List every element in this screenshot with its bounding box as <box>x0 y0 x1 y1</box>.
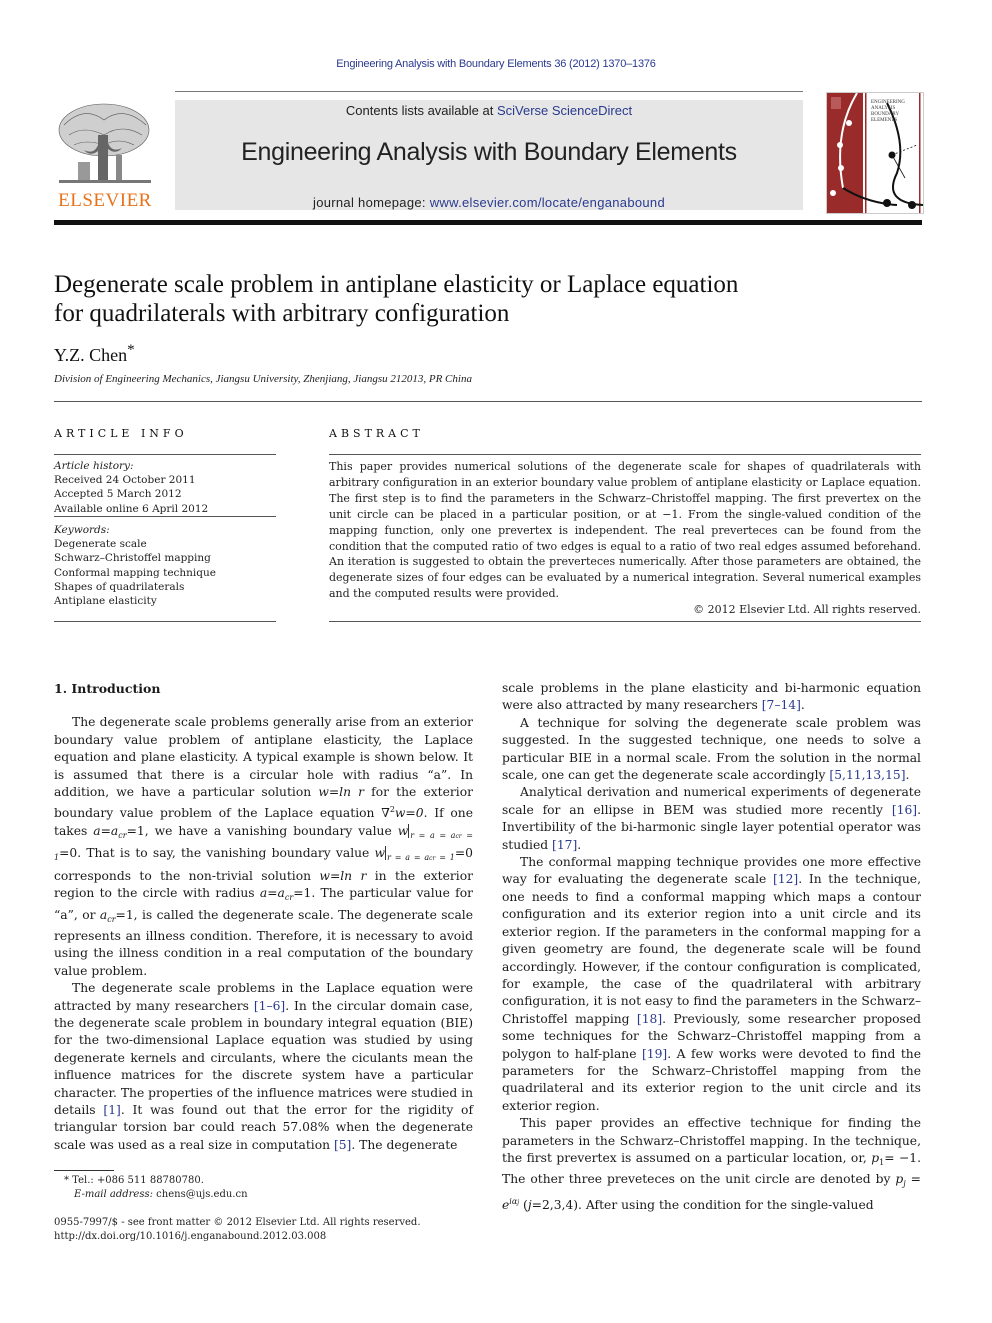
contents-line: Contents lists available at SciVerse Sci… <box>175 103 803 118</box>
citation-link[interactable]: [12] <box>773 872 798 886</box>
title-block-rule <box>54 401 922 402</box>
abstract-body: This paper provides numerical solutions … <box>329 459 921 618</box>
footnote-email-label: E-mail address: <box>74 1189 153 1200</box>
article-info-rule-mid <box>54 516 276 517</box>
intro-paragraph-2: The degenerate scale problems in the Lap… <box>54 981 473 1152</box>
citation-link[interactable]: [18] <box>637 1012 662 1026</box>
keywords: Keywords: Degenerate scale Schwarz–Chris… <box>54 523 276 608</box>
author-name[interactable]: Y.Z. Chen <box>54 345 127 365</box>
svg-text:ANALYSIS: ANALYSIS <box>871 106 895 111</box>
homepage-prefix: journal homepage: <box>313 195 430 210</box>
cover-art-icon: ENGINEERING ANALYSIS BOUNDARY ELEMENTS <box>827 93 923 213</box>
keyword: Degenerate scale <box>54 538 147 551</box>
journal-homepage-link[interactable]: www.elsevier.com/locate/enganabound <box>430 195 665 210</box>
sciencedirect-link[interactable]: SciVerse ScienceDirect <box>497 103 632 118</box>
citation-link[interactable]: [7–14] <box>762 698 801 712</box>
body-column-left: 1. Introduction The degenerate scale pro… <box>54 680 473 1154</box>
body-column-right: scale problems in the plane elasticity a… <box>502 680 921 1214</box>
abstract-rule-top <box>329 454 921 455</box>
intro-paragraph-1: The degenerate scale problems generally … <box>54 715 473 978</box>
citation-link[interactable]: [17] <box>552 838 577 852</box>
history-label: Article history: <box>54 460 134 472</box>
author: Y.Z. Chen* <box>54 342 135 366</box>
citation-link[interactable]: [16] <box>892 803 917 817</box>
svg-text:ELEMENTS: ELEMENTS <box>871 118 897 123</box>
intro-paragraph-4: Analytical derivation and numerical expe… <box>502 785 921 852</box>
keyword: Schwarz–Christoffel mapping <box>54 552 211 565</box>
citation-link[interactable]: [19] <box>642 1047 667 1061</box>
svg-text:BOUNDARY: BOUNDARY <box>871 112 899 117</box>
article-title: Degenerate scale problem in antiplane el… <box>54 270 894 328</box>
front-matter-line: 0955-7997/$ - see front matter © 2012 El… <box>54 1217 421 1228</box>
footnote-rule <box>54 1170 114 1171</box>
keyword: Conformal mapping technique <box>54 566 216 579</box>
citation-link[interactable]: [1–6] <box>254 999 285 1013</box>
author-footnote-mark[interactable]: * <box>127 342 135 358</box>
contents-prefix: Contents lists available at <box>345 103 497 118</box>
article-history: Article history: Received 24 October 201… <box>54 459 276 516</box>
abstract-rule-bottom <box>329 621 921 622</box>
keyword: Antiplane elasticity <box>54 595 157 608</box>
journal-title: Engineering Analysis with Boundary Eleme… <box>241 138 737 166</box>
author-footnote: * Tel.: +086 511 88780780. E-mail addres… <box>64 1174 484 1202</box>
intro-paragraph-5: The conformal mapping technique provides… <box>502 855 921 1113</box>
doi-link[interactable]: http://dx.doi.org/10.1016/j.enganabound.… <box>54 1230 494 1244</box>
running-head[interactable]: Engineering Analysis with Boundary Eleme… <box>0 58 992 70</box>
keywords-label: Keywords: <box>54 524 110 536</box>
homepage-line: journal homepage: www.elsevier.com/locat… <box>175 195 803 210</box>
article-title-line-2: for quadrilaterals with arbitrary config… <box>54 300 510 327</box>
elsevier-wordmark[interactable]: ELSEVIER <box>54 190 156 212</box>
history-accepted: Accepted 5 March 2012 <box>54 488 182 501</box>
svg-text:ENGINEERING: ENGINEERING <box>871 100 905 105</box>
section-heading-introduction: 1. Introduction <box>54 681 161 696</box>
history-received: Received 24 October 2011 <box>54 474 196 487</box>
article-title-line-1: Degenerate scale problem in antiplane el… <box>54 271 739 298</box>
history-online: Available online 6 April 2012 <box>54 502 209 515</box>
intro-paragraph-6: This paper provides an effective techniq… <box>502 1116 922 1212</box>
citation-link[interactable]: [1] <box>103 1103 120 1117</box>
masthead-thick-rule <box>54 220 922 225</box>
intro-paragraph-3: A technique for solving the degenerate s… <box>502 715 921 783</box>
citation-link[interactable]: [5] <box>334 1138 351 1152</box>
affiliation: Division of Engineering Mechanics, Jiang… <box>54 373 472 385</box>
abstract-text: This paper provides numerical solutions … <box>329 460 921 601</box>
article-info-rule-top <box>54 454 276 455</box>
intro-paragraph-2-continued: scale problems in the plane elasticity a… <box>502 681 921 713</box>
footnote-tel: * Tel.: +086 511 88780780. <box>64 1175 204 1186</box>
abstract-heading: ABSTRACT <box>329 427 424 440</box>
front-matter: 0955-7997/$ - see front matter © 2012 El… <box>54 1216 494 1244</box>
journal-cover-thumbnail[interactable]: ENGINEERING ANALYSIS BOUNDARY ELEMENTS <box>826 92 924 214</box>
footnote-email[interactable]: chens@ujs.edu.cn <box>153 1189 247 1200</box>
citation-link[interactable]: [5,11,13,15] <box>829 768 905 782</box>
article-info-heading: ARTICLE INFO <box>54 427 188 440</box>
keyword: Shapes of quadrilaterals <box>54 580 185 593</box>
top-rule <box>175 91 803 92</box>
article-info-rule-bottom <box>54 621 276 622</box>
abstract-copyright: © 2012 Elsevier Ltd. All rights reserved… <box>693 603 921 617</box>
